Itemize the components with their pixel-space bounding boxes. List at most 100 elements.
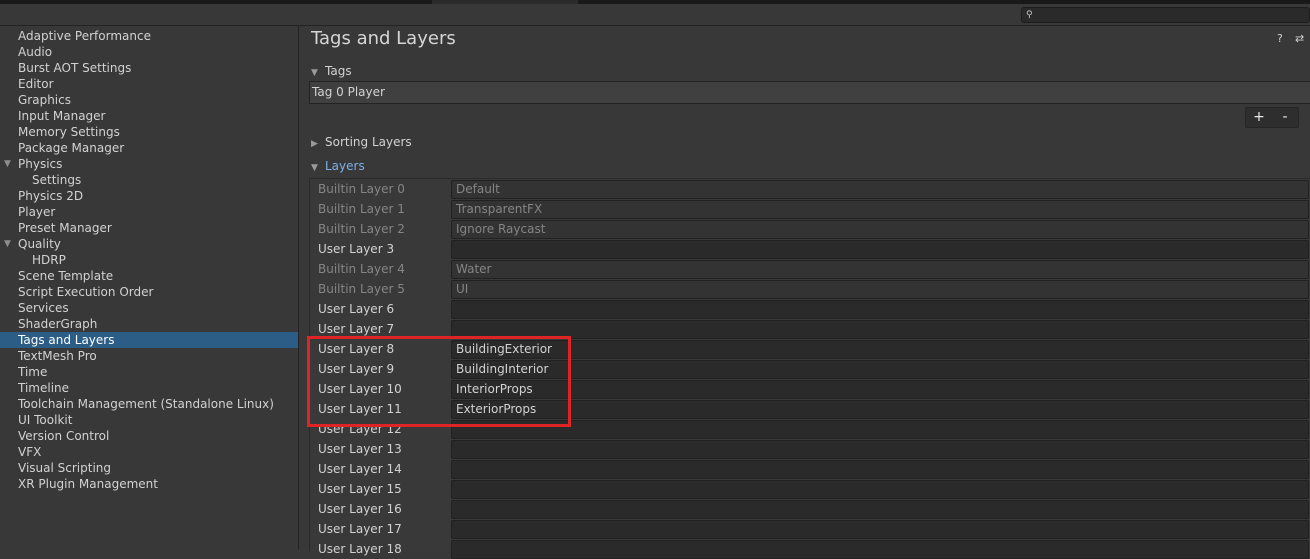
layer-name-field[interactable]: BuildingExterior	[451, 340, 1309, 359]
sidebar-item[interactable]: HDRP	[0, 252, 298, 268]
sidebar-item-label: TextMesh Pro	[18, 349, 97, 363]
sidebar-item-label: Physics 2D	[18, 189, 84, 203]
layer-row: User Layer 18	[310, 539, 1310, 559]
help-icon[interactable]: ?	[1277, 32, 1283, 45]
layers-foldout-label: Layers	[325, 159, 365, 173]
sidebar-item[interactable]: Memory Settings	[0, 124, 298, 140]
layer-name-label: User Layer 6	[318, 302, 395, 316]
layer-name-label: Builtin Layer 2	[318, 222, 405, 236]
sidebar-item[interactable]: Editor	[0, 76, 298, 92]
layer-name-field[interactable]	[451, 460, 1309, 479]
layer-name-label: Builtin Layer 1	[318, 202, 405, 216]
sidebar-item[interactable]: Tags and Layers	[0, 332, 298, 348]
layer-row: Builtin Layer 2 Ignore Raycast	[310, 219, 1310, 239]
layer-name-field[interactable]	[451, 480, 1309, 499]
layer-row: Builtin Layer 0 Default	[310, 179, 1310, 199]
sidebar-item[interactable]: Preset Manager	[0, 220, 298, 236]
layer-name-field[interactable]	[451, 320, 1309, 339]
tag-list-controls: + -	[1245, 107, 1299, 128]
layer-name-field[interactable]	[451, 240, 1309, 259]
sidebar-item[interactable]: ShaderGraph	[0, 316, 298, 332]
expanded-arrow-icon: ▼	[311, 68, 318, 78]
remove-tag-button[interactable]: -	[1272, 108, 1298, 127]
layer-name-label: Builtin Layer 4	[318, 262, 405, 276]
expanded-arrow-icon[interactable]: ▼	[4, 236, 11, 252]
layer-row: Builtin Layer 5 UI	[310, 279, 1310, 299]
sidebar-item[interactable]: ▼ Physics	[0, 156, 298, 172]
sidebar-item[interactable]: Physics 2D	[0, 188, 298, 204]
sidebar-item[interactable]: Graphics	[0, 92, 298, 108]
sidebar-item-label: Services	[18, 301, 69, 315]
layer-row: User Layer 3	[310, 239, 1310, 259]
sidebar-item-label: Script Execution Order	[18, 285, 154, 299]
sidebar-item[interactable]: Input Manager	[0, 108, 298, 124]
layer-name-field[interactable]: InteriorProps	[451, 380, 1309, 399]
layer-name-label: User Layer 13	[318, 442, 402, 456]
add-tag-button[interactable]: +	[1246, 108, 1272, 127]
layers-foldout[interactable]: ▼ Layers	[311, 158, 365, 174]
sidebar-item[interactable]: Toolchain Management (Standalone Linux)	[0, 396, 298, 412]
settings-search-input[interactable]: ⚲	[1021, 7, 1310, 23]
sidebar-item[interactable]: Services	[0, 300, 298, 316]
preset-settings-icon[interactable]: ⇄	[1295, 32, 1304, 45]
layer-name-field[interactable]: ExteriorProps	[451, 400, 1309, 419]
sidebar-item-label: Player	[18, 205, 56, 219]
tag-list-item[interactable]: Tag 0 Player	[309, 81, 1310, 104]
sidebar-item-label: Package Manager	[18, 141, 125, 155]
sorting-layers-foldout[interactable]: ▶ Sorting Layers	[311, 134, 412, 150]
sidebar-item[interactable]: ▼ Quality	[0, 236, 298, 252]
layer-row: User Layer 6	[310, 299, 1310, 319]
sidebar-item-label: Version Control	[18, 429, 110, 443]
sidebar-item-label: Adaptive Performance	[18, 29, 151, 43]
expanded-arrow-icon: ▼	[311, 163, 318, 173]
layer-name-field[interactable]	[451, 300, 1309, 319]
sidebar-item[interactable]: Time	[0, 364, 298, 380]
layer-name-label: User Layer 14	[318, 462, 402, 476]
tags-foldout[interactable]: ▼ Tags	[311, 63, 352, 79]
layer-name-field: TransparentFX	[451, 200, 1309, 219]
layer-name-field: Ignore Raycast	[451, 220, 1309, 239]
sidebar-item[interactable]: Settings	[0, 172, 298, 188]
sidebar-item-label: UI Toolkit	[18, 413, 73, 427]
layer-name-field: Water	[451, 260, 1309, 279]
layer-name-field[interactable]	[451, 420, 1309, 439]
sidebar-item[interactable]: Version Control	[0, 428, 298, 444]
layer-name-label: Builtin Layer 0	[318, 182, 405, 196]
sidebar-item[interactable]: XR Plugin Management	[0, 476, 298, 492]
sidebar-item-label: Physics	[18, 157, 63, 171]
sidebar-item[interactable]: TextMesh Pro	[0, 348, 298, 364]
layer-value-text: UI	[456, 282, 469, 296]
layer-name-label: User Layer 15	[318, 482, 402, 496]
sidebar-item-label: Timeline	[18, 381, 70, 395]
sidebar-item[interactable]: Timeline	[0, 380, 298, 396]
sidebar-item[interactable]: Adaptive Performance	[0, 28, 298, 44]
sidebar-item[interactable]: Script Execution Order	[0, 284, 298, 300]
layer-value-text: Water	[456, 262, 492, 276]
sidebar-item[interactable]: Visual Scripting	[0, 460, 298, 476]
highlight-box	[307, 336, 571, 427]
sorting-layers-label: Sorting Layers	[325, 135, 412, 149]
layer-row: User Layer 13	[310, 439, 1310, 459]
layer-name-field[interactable]	[451, 520, 1309, 539]
layer-name-field[interactable]: BuildingInterior	[451, 360, 1309, 379]
settings-sidebar: Adaptive Performance Audio Burst AOT Setti…	[0, 26, 299, 550]
sidebar-item-label: Memory Settings	[18, 125, 120, 139]
layer-name-field[interactable]	[451, 440, 1309, 459]
layer-row: User Layer 15	[310, 479, 1310, 499]
sidebar-item-label: Quality	[18, 237, 61, 251]
expanded-arrow-icon[interactable]: ▼	[4, 156, 11, 172]
sidebar-item[interactable]: Scene Template	[0, 268, 298, 284]
sidebar-item[interactable]: Package Manager	[0, 140, 298, 156]
layer-row: User Layer 14	[310, 459, 1310, 479]
layer-value-text: Default	[456, 182, 500, 196]
layer-name-label: User Layer 3	[318, 242, 395, 256]
sidebar-item[interactable]: UI Toolkit	[0, 412, 298, 428]
sidebar-item[interactable]: Audio	[0, 44, 298, 60]
sidebar-item-label: Graphics	[18, 93, 71, 107]
tags-foldout-label: Tags	[325, 64, 352, 78]
layer-value-text: Ignore Raycast	[456, 222, 546, 236]
layer-name-field[interactable]	[451, 500, 1309, 519]
sidebar-item[interactable]: Player	[0, 204, 298, 220]
sidebar-item[interactable]: VFX	[0, 444, 298, 460]
sidebar-item[interactable]: Burst AOT Settings	[0, 60, 298, 76]
